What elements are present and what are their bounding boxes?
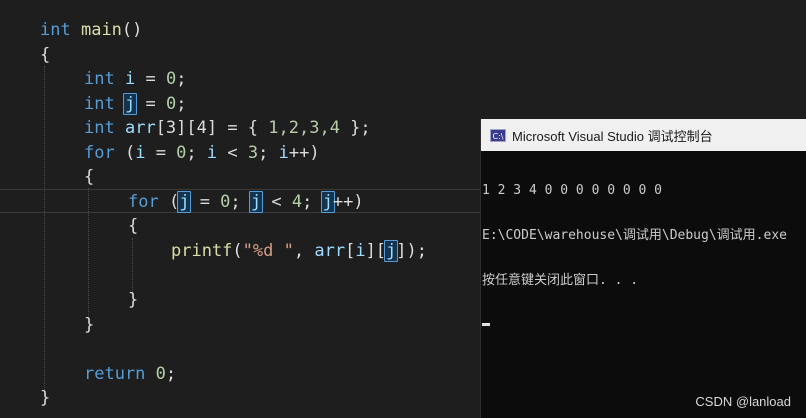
brace: { xyxy=(128,216,139,236)
keyword: int xyxy=(84,69,115,89)
string-literal: "%d " xyxy=(242,241,294,261)
number: 0 xyxy=(165,94,177,114)
variable: i xyxy=(206,143,218,163)
function-name: main xyxy=(80,20,122,40)
keyword: for xyxy=(84,143,115,163)
code-line-9[interactable]: { xyxy=(128,214,138,238)
keyword: int xyxy=(40,20,71,40)
array-declarator: [3][4] = { xyxy=(155,118,269,138)
code-line-7[interactable]: { xyxy=(84,165,94,189)
punctuation: ++) xyxy=(332,192,364,212)
variable: i xyxy=(124,69,136,89)
brace: { xyxy=(40,45,51,65)
variable: i xyxy=(355,241,366,261)
code-line-10[interactable]: printf("%d ", arr[i][j]); xyxy=(171,239,427,263)
punctuation: ; xyxy=(302,192,323,212)
code-line-8[interactable]: for (j = 0; j < 4; j++) xyxy=(128,190,364,214)
number: 3 xyxy=(247,143,259,163)
code-line-6[interactable]: for (i = 0; i < 3; i++) xyxy=(84,141,320,165)
punctuation: ; xyxy=(186,143,207,163)
keyword: for xyxy=(128,192,159,212)
keyword: int xyxy=(84,94,115,114)
indent-guide xyxy=(132,238,133,294)
number: 1,2,3,4 xyxy=(268,118,340,138)
variable: arr xyxy=(314,241,346,261)
punctuation: ][ xyxy=(365,241,387,261)
code-line-11[interactable]: } xyxy=(128,288,138,312)
console-output[interactable]: 1 2 3 4 0 0 0 0 0 0 0 0 E:\CODE\warehous… xyxy=(481,151,806,356)
operator: = xyxy=(135,69,166,89)
punctuation: ( xyxy=(232,241,243,261)
keyword: int xyxy=(84,118,115,138)
code-line-12[interactable]: } xyxy=(84,313,94,337)
code-line-13[interactable]: return 0; xyxy=(84,362,176,386)
brace: } xyxy=(84,315,95,335)
code-line-4[interactable]: int j = 0; xyxy=(84,92,186,116)
variable: i xyxy=(278,143,289,163)
punctuation: ; xyxy=(230,192,251,212)
number: 0 xyxy=(220,192,231,212)
number: 0 xyxy=(155,364,166,384)
punctuation: ( xyxy=(114,143,136,163)
semicolon: ; xyxy=(176,69,187,89)
punctuation: }; xyxy=(339,118,371,138)
brace: { xyxy=(84,167,95,187)
operator: < xyxy=(261,192,292,212)
operator: = xyxy=(135,94,166,114)
operator: = xyxy=(189,192,221,212)
console-cursor xyxy=(482,323,490,326)
variable: arr xyxy=(124,118,156,138)
code-line-5[interactable]: int arr[3][4] = { 1,2,3,4 }; xyxy=(84,116,371,140)
brace: } xyxy=(128,290,139,310)
code-line-1[interactable]: int main() xyxy=(40,18,142,42)
console-title: Microsoft Visual Studio 调试控制台 xyxy=(512,128,713,144)
console-app-icon: C:\ xyxy=(490,128,506,142)
code-line-3[interactable]: int i = 0; xyxy=(84,67,186,91)
code-line-2[interactable]: { xyxy=(40,43,50,67)
operator: < xyxy=(217,143,248,163)
number: 0 xyxy=(165,69,177,89)
operator: = xyxy=(145,143,177,163)
punctuation: () xyxy=(121,20,143,40)
function-name: printf xyxy=(171,241,233,261)
indent-guide xyxy=(44,66,45,396)
brace: } xyxy=(40,388,51,408)
keyword: return xyxy=(84,364,146,384)
punctuation: [ xyxy=(345,241,356,261)
punctuation: , xyxy=(293,241,315,261)
console-output-line: 按任意键关闭此窗口. . . xyxy=(482,273,639,288)
number: 0 xyxy=(176,143,187,163)
indent-guide xyxy=(88,188,89,318)
semicolon: ; xyxy=(165,364,177,384)
semicolon: ; xyxy=(176,94,187,114)
punctuation: ]); xyxy=(396,241,428,261)
console-titlebar[interactable]: C:\ Microsoft Visual Studio 调试控制台 xyxy=(481,119,806,151)
number: 4 xyxy=(291,192,303,212)
code-line-14[interactable]: } xyxy=(40,386,50,410)
punctuation: ; xyxy=(258,143,279,163)
watermark: CSDN @lanload xyxy=(695,394,791,409)
punctuation: ++) xyxy=(288,143,320,163)
console-output-line: 1 2 3 4 0 0 0 0 0 0 0 0 xyxy=(482,183,663,198)
variable: i xyxy=(135,143,146,163)
console-output-line: E:\CODE\warehouse\调试用\Debug\调试用.exe xyxy=(482,228,787,243)
debug-console-window[interactable]: C:\ Microsoft Visual Studio 调试控制台 1 2 3 … xyxy=(480,119,806,418)
